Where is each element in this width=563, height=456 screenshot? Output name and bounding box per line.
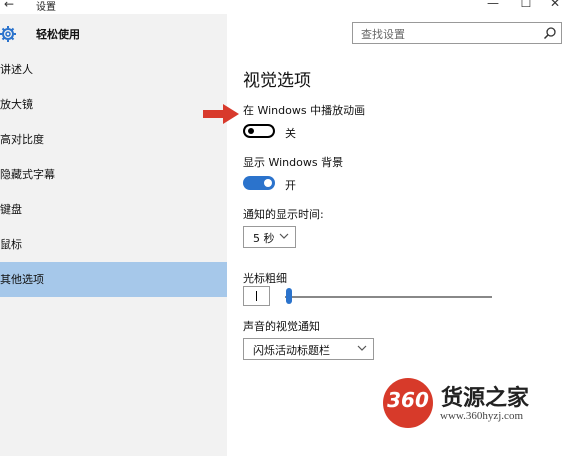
minimize-button[interactable]: — [478, 0, 508, 10]
sidebar-item-label: 键盘 [0, 203, 22, 216]
sidebar-item-mouse[interactable]: 鼠标 [0, 227, 227, 262]
watermark-badge: 360 [387, 388, 429, 412]
search-placeholder: 查找设置 [361, 28, 405, 41]
cursor-thickness-slider-thumb[interactable] [286, 288, 292, 304]
section-title: 轻松使用 [36, 28, 80, 41]
text-cursor [256, 291, 257, 301]
sound-visual-dropdown[interactable]: 闪烁活动标题栏 [243, 338, 374, 360]
sidebar-item-label: 高对比度 [0, 133, 44, 146]
search-icon[interactable] [543, 26, 557, 40]
close-button[interactable]: ✕ [540, 0, 563, 10]
gear-icon [0, 26, 16, 42]
sound-visual-label: 声音的视觉通知 [243, 320, 320, 333]
watermark-url: www.360hyzj.com [440, 410, 523, 422]
chevron-down-icon [279, 233, 289, 239]
sidebar-item-label: 隐藏式字幕 [0, 168, 55, 181]
maximize-button[interactable]: ☐ [511, 0, 541, 10]
chevron-down-icon [357, 345, 367, 351]
sidebar-item-high-contrast[interactable]: 高对比度 [0, 122, 227, 157]
background-state: 开 [285, 179, 296, 192]
back-button[interactable]: ← [4, 0, 14, 11]
sidebar-item-keyboard[interactable]: 键盘 [0, 192, 227, 227]
sidebar-item-label: 鼠标 [0, 238, 22, 251]
sidebar-item-closed-captions[interactable]: 隐藏式字幕 [0, 157, 227, 192]
red-arrow-annotation [203, 104, 239, 124]
title-bar: ← 设置 — ☐ ✕ [0, 0, 563, 14]
notification-time-dropdown[interactable]: 5 秒 [243, 226, 296, 248]
sidebar-item-label: 其他选项 [0, 273, 44, 286]
search-input[interactable]: 查找设置 [352, 22, 562, 44]
sound-visual-value: 闪烁活动标题栏 [253, 344, 330, 357]
animations-state: 关 [285, 127, 296, 140]
background-toggle[interactable] [243, 176, 275, 190]
cursor-preview [243, 286, 270, 306]
window-title: 设置 [36, 2, 56, 13]
animations-toggle[interactable] [243, 124, 275, 138]
sidebar-item-magnifier[interactable]: 放大镜 [0, 87, 227, 122]
notification-time-value: 5 秒 [253, 232, 275, 245]
background-label: 显示 Windows 背景 [243, 156, 344, 169]
toggle-knob [264, 179, 272, 187]
notification-time-label: 通知的显示时间: [243, 208, 324, 221]
cursor-thickness-slider-track[interactable] [285, 296, 492, 298]
watermark-name: 货源之家 [441, 386, 530, 411]
toggle-knob [248, 128, 254, 134]
sidebar: 轻松使用 讲述人 放大镜 高对比度 隐藏式字幕 键盘 鼠标 其他选项 [0, 14, 227, 456]
animations-label: 在 Windows 中播放动画 [243, 104, 366, 117]
page-title: 视觉选项 [243, 71, 311, 91]
sidebar-item-other-options[interactable]: 其他选项 [0, 262, 227, 297]
sidebar-item-label: 放大镜 [0, 98, 33, 111]
cursor-thickness-label: 光标粗细 [243, 272, 287, 285]
sidebar-item-narrator[interactable]: 讲述人 [0, 52, 227, 87]
sidebar-item-label: 讲述人 [0, 63, 33, 76]
